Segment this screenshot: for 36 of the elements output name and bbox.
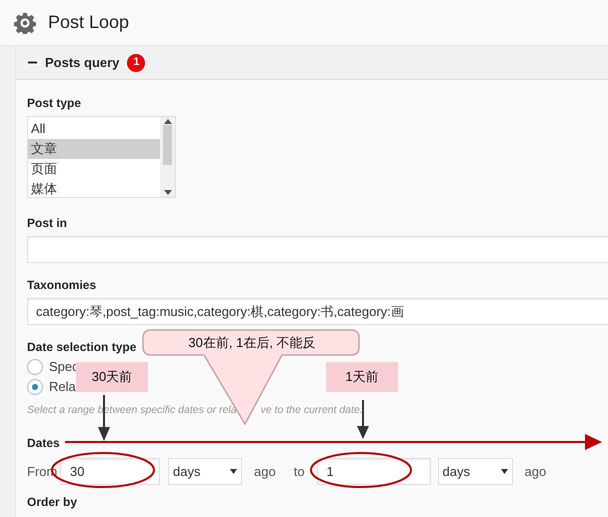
callout-text: 30在前, 1在后, 不能反	[187, 334, 317, 352]
list-option[interactable]: 文章	[28, 139, 160, 159]
field-label: Order by	[27, 496, 78, 508]
section-title: Posts query	[45, 54, 120, 72]
hint-text: ve to the current date.	[260, 403, 363, 418]
radio-label: Rela	[49, 378, 76, 396]
settings-icon	[14, 12, 36, 34]
count-badge: 1	[127, 54, 146, 72]
field-label: Dates	[27, 436, 60, 449]
annotation-note: 1天前	[326, 362, 398, 392]
taxonomies-field[interactable]: category:琴,post_tag:music,category:棋,category:书,category:画	[27, 298, 608, 325]
list-option[interactable]: All	[28, 119, 160, 139]
list-option[interactable]: 页面	[28, 159, 160, 179]
field-label: Taxonomies	[27, 279, 96, 291]
suffix-label: ago	[524, 462, 546, 481]
unit-select[interactable]: days	[168, 458, 242, 485]
section-header[interactable]: Posts query 1	[16, 46, 608, 80]
field-label: Date selection type	[27, 341, 136, 353]
post-in-field[interactable]	[27, 236, 608, 263]
to-label: to	[294, 462, 305, 480]
field-label: Post type	[27, 97, 82, 109]
list-option[interactable]: 媒体	[28, 179, 160, 199]
radio-button[interactable]	[27, 379, 43, 395]
annotation-note: 30天前	[76, 362, 148, 392]
to-field[interactable]: 1	[316, 458, 431, 485]
suffix-label: ago	[254, 462, 276, 481]
scroll-down-icon	[164, 190, 172, 195]
unit-select[interactable]: days	[438, 458, 513, 485]
post-type-list[interactable]: All 文章 页面 媒体	[27, 116, 176, 198]
caret-icon	[500, 468, 508, 474]
radio-button[interactable]	[27, 359, 43, 375]
field-label: Post in	[27, 217, 68, 229]
scrollbar[interactable]	[160, 117, 175, 197]
page-title: Post Loop	[48, 11, 130, 34]
from-field[interactable]: 30	[60, 458, 160, 485]
caret-icon	[230, 468, 237, 474]
